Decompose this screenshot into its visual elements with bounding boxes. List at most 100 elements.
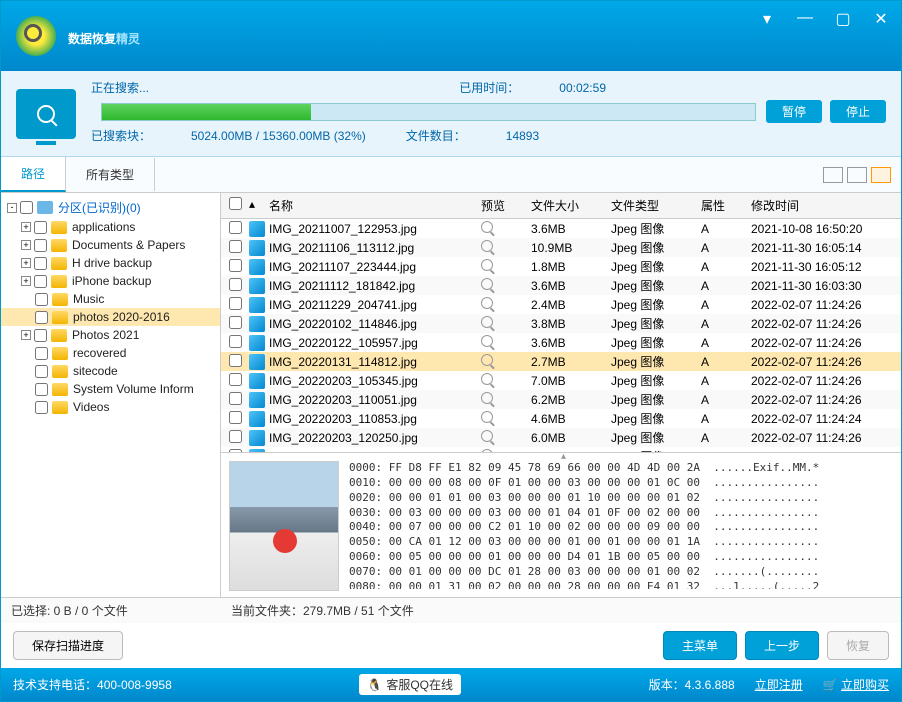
- select-all-checkbox[interactable]: [229, 197, 242, 210]
- file-row[interactable]: IMG_20211107_223444.jpg1.8MBJpeg 图像A2021…: [221, 257, 901, 276]
- tree-item[interactable]: recovered: [1, 344, 220, 362]
- preview-icon[interactable]: [481, 430, 493, 442]
- col-preview[interactable]: 预览: [481, 197, 531, 214]
- prev-button[interactable]: 上一步: [745, 631, 819, 660]
- tree-expand-icon[interactable]: +: [21, 276, 31, 286]
- tree-item[interactable]: +Photos 2021: [1, 326, 220, 344]
- tree-checkbox[interactable]: [35, 401, 48, 414]
- file-checkbox[interactable]: [229, 411, 242, 424]
- tree-checkbox[interactable]: [35, 311, 48, 324]
- tree-checkbox[interactable]: [20, 201, 33, 214]
- file-checkbox[interactable]: [229, 278, 242, 291]
- tree-item[interactable]: +iPhone backup: [1, 272, 220, 290]
- preview-icon[interactable]: [481, 259, 493, 271]
- tree-root[interactable]: - 分区(已识别)(0): [1, 197, 220, 218]
- view-list-icon[interactable]: [847, 167, 867, 183]
- tree-checkbox[interactable]: [34, 239, 47, 252]
- tree-checkbox[interactable]: [35, 383, 48, 396]
- recover-button[interactable]: 恢复: [827, 631, 889, 660]
- jpeg-file-icon: [249, 411, 265, 427]
- file-list[interactable]: IMG_20211007_122953.jpg3.6MBJpeg 图像A2021…: [221, 219, 901, 452]
- tree-item[interactable]: +H drive backup: [1, 254, 220, 272]
- file-row[interactable]: IMG_20211106_113112.jpg10.9MBJpeg 图像A202…: [221, 238, 901, 257]
- preview-icon[interactable]: [481, 297, 493, 309]
- preview-icon[interactable]: [481, 221, 493, 233]
- tree-checkbox[interactable]: [35, 365, 48, 378]
- close-button[interactable]: ✕: [871, 9, 891, 29]
- col-mtime[interactable]: 修改时间: [751, 197, 901, 214]
- preview-icon[interactable]: [481, 411, 493, 423]
- preview-icon[interactable]: [481, 373, 493, 385]
- file-row[interactable]: IMG_20211112_181842.jpg3.6MBJpeg 图像A2021…: [221, 276, 901, 295]
- view-grid-icon[interactable]: [823, 167, 843, 183]
- stop-button[interactable]: 停止: [830, 100, 886, 123]
- tree-checkbox[interactable]: [34, 329, 47, 342]
- file-checkbox[interactable]: [229, 430, 242, 443]
- minimize-button[interactable]: —: [795, 9, 815, 29]
- file-checkbox[interactable]: [229, 335, 242, 348]
- file-row[interactable]: IMG_20220203_105345.jpg7.0MBJpeg 图像A2022…: [221, 371, 901, 390]
- preview-icon[interactable]: [481, 316, 493, 328]
- col-name[interactable]: 名称: [265, 197, 481, 214]
- file-checkbox[interactable]: [229, 221, 242, 234]
- file-mtime: 2022-02-07 11:24:26: [751, 317, 901, 331]
- register-link[interactable]: 立即注册: [755, 676, 803, 693]
- file-row[interactable]: IMG_20220203_120250.jpg6.0MBJpeg 图像A2022…: [221, 428, 901, 447]
- save-scan-progress-button[interactable]: 保存扫描进度: [13, 631, 123, 660]
- file-checkbox[interactable]: [229, 297, 242, 310]
- tree-checkbox[interactable]: [35, 293, 48, 306]
- main-menu-button[interactable]: 主菜单: [663, 631, 737, 660]
- tree-expand-icon[interactable]: +: [21, 222, 31, 232]
- tree-expand-icon[interactable]: +: [21, 258, 31, 268]
- col-size[interactable]: 文件大小: [531, 197, 611, 214]
- preview-icon[interactable]: [481, 335, 493, 347]
- tree-checkbox[interactable]: [34, 257, 47, 270]
- file-row[interactable]: IMG_20220203_110853.jpg4.6MBJpeg 图像A2022…: [221, 409, 901, 428]
- col-type[interactable]: 文件类型: [611, 197, 701, 214]
- tree-item[interactable]: +applications: [1, 218, 220, 236]
- file-checkbox[interactable]: [229, 373, 242, 386]
- file-row[interactable]: IMG_20211007_122953.jpg3.6MBJpeg 图像A2021…: [221, 219, 901, 238]
- preview-icon[interactable]: [481, 354, 493, 366]
- maximize-button[interactable]: ▢: [833, 9, 853, 29]
- tree-item[interactable]: sitecode: [1, 362, 220, 380]
- preview-thumbnail[interactable]: [229, 461, 339, 591]
- file-name: IMG_20220203_110853.jpg: [269, 412, 417, 426]
- file-row[interactable]: IMG_20220203_110051.jpg6.2MBJpeg 图像A2022…: [221, 390, 901, 409]
- file-row[interactable]: IMG_20220102_114846.jpg3.8MBJpeg 图像A2022…: [221, 314, 901, 333]
- preview-icon[interactable]: [481, 240, 493, 252]
- tree-collapse-icon[interactable]: -: [7, 203, 17, 213]
- tree-expand-icon[interactable]: +: [21, 240, 31, 250]
- tree-item[interactable]: System Volume Inform: [1, 380, 220, 398]
- tab-path[interactable]: 路径: [1, 157, 66, 192]
- file-checkbox[interactable]: [229, 316, 242, 329]
- tree-checkbox[interactable]: [34, 221, 47, 234]
- tree-item[interactable]: Videos: [1, 398, 220, 416]
- file-checkbox[interactable]: [229, 259, 242, 272]
- file-checkbox[interactable]: [229, 392, 242, 405]
- tree-item[interactable]: photos 2020-2016: [1, 308, 220, 326]
- buy-link[interactable]: 立即购买: [841, 678, 889, 692]
- buy-now[interactable]: 🛒 立即购买: [823, 676, 889, 693]
- file-checkbox[interactable]: [229, 354, 242, 367]
- qq-support-badge[interactable]: 🐧客服QQ在线: [359, 674, 461, 695]
- file-row[interactable]: IMG_20211229_204741.jpg2.4MBJpeg 图像A2022…: [221, 295, 901, 314]
- tab-all-types[interactable]: 所有类型: [66, 158, 155, 191]
- dropdown-icon[interactable]: ▾: [757, 9, 777, 29]
- tree-item[interactable]: Music: [1, 290, 220, 308]
- file-row[interactable]: IMG_20220122_105957.jpg3.6MBJpeg 图像A2022…: [221, 333, 901, 352]
- tree-checkbox[interactable]: [34, 275, 47, 288]
- tree-item[interactable]: +Documents & Papers: [1, 236, 220, 254]
- preview-icon[interactable]: [481, 392, 493, 404]
- pause-button[interactable]: 暂停: [766, 100, 822, 123]
- col-attr[interactable]: 属性: [701, 197, 751, 214]
- tree-checkbox[interactable]: [35, 347, 48, 360]
- tree-expand-icon[interactable]: +: [21, 330, 31, 340]
- file-name: IMG_20220131_114812.jpg: [269, 355, 417, 369]
- preview-icon[interactable]: [481, 278, 493, 290]
- view-detail-icon[interactable]: [871, 167, 891, 183]
- file-checkbox[interactable]: [229, 240, 242, 253]
- sort-arrow-icon[interactable]: ▴: [249, 197, 265, 214]
- file-row[interactable]: IMG_20220131_114812.jpg2.7MBJpeg 图像A2022…: [221, 352, 901, 371]
- tree-panel[interactable]: - 分区(已识别)(0) +applications+Documents & P…: [1, 193, 221, 597]
